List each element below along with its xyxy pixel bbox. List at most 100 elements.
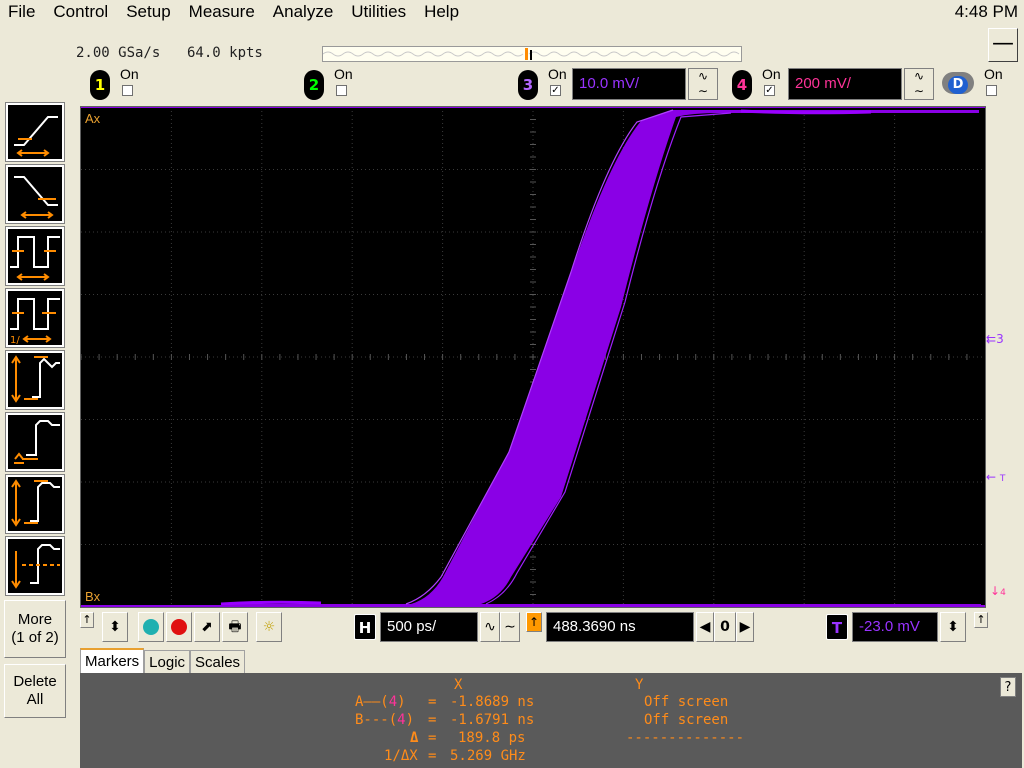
menu-setup[interactable]: Setup bbox=[117, 0, 179, 24]
channel-4-scale[interactable]: 200 mV/ bbox=[788, 68, 902, 100]
trigger-level[interactable]: -23.0 mV bbox=[852, 612, 938, 642]
peak-to-peak-measure-button[interactable] bbox=[5, 350, 65, 410]
fall-time-icon bbox=[14, 176, 58, 219]
period-icon bbox=[10, 236, 60, 281]
channel-2-on-label: On bbox=[334, 66, 353, 82]
marker-inverse-label: 1/ΔX bbox=[384, 748, 418, 764]
marker-readout: X Y A——(4) = -1.8689 ns Off screen B---(… bbox=[80, 673, 1022, 768]
menu-control[interactable]: Control bbox=[44, 0, 117, 24]
digital-badge-letter: D bbox=[948, 76, 968, 94]
fall-time-measure-button[interactable] bbox=[5, 164, 65, 224]
marker-a-y: Off screen bbox=[644, 694, 729, 710]
tab-logic[interactable]: Logic bbox=[144, 650, 191, 674]
menu-file[interactable]: File bbox=[0, 0, 44, 24]
menu-analyze[interactable]: Analyze bbox=[264, 0, 342, 24]
clock: 4:48 PM bbox=[954, 2, 1018, 21]
marker-col-x: X bbox=[454, 677, 463, 693]
channel-1-checkbox[interactable] bbox=[122, 85, 133, 96]
channel-3-ground-marker[interactable]: ⇇3 bbox=[986, 332, 1004, 346]
trigger-up-button[interactable]: ↑ bbox=[974, 612, 988, 628]
marker-a-x: -1.8689 ns bbox=[450, 694, 535, 710]
digital-checkbox[interactable] bbox=[986, 85, 997, 96]
marker-col-y: Y bbox=[635, 677, 644, 693]
channel-4-checkbox[interactable]: ✓ bbox=[764, 85, 775, 96]
period-measure-button[interactable] bbox=[5, 226, 65, 286]
timeline-overview[interactable] bbox=[322, 46, 742, 62]
print-icon[interactable]: 🖶 bbox=[222, 612, 248, 642]
channel-3-top-bump bbox=[740, 109, 872, 115]
trigger-badge[interactable]: T bbox=[826, 614, 848, 640]
vertical-nudge-button[interactable]: ⬍ bbox=[102, 612, 128, 642]
trigger-level-stepper[interactable]: ⬍ bbox=[940, 612, 966, 642]
channel-3-checkbox[interactable]: ✓ bbox=[550, 85, 561, 96]
marker-b-y: Off screen bbox=[644, 712, 729, 728]
timebase-scale[interactable]: 500 ps/ bbox=[380, 612, 478, 642]
position-zero-button[interactable]: 0 bbox=[714, 612, 736, 642]
horizontal-reference-icon[interactable]: ↑ bbox=[526, 612, 542, 632]
rise-time-measure-button[interactable] bbox=[5, 102, 65, 162]
stop-button[interactable] bbox=[166, 612, 192, 642]
average-measure-button[interactable] bbox=[5, 536, 65, 596]
channel-1-badge[interactable]: 1 bbox=[90, 70, 110, 100]
help-button[interactable]: ? bbox=[1000, 677, 1016, 697]
autoscale-icon[interactable]: ⬈ bbox=[194, 612, 220, 642]
acquisition-bar: 2.00 GSa/s 64.0 kpts — bbox=[72, 24, 1024, 64]
menu-help[interactable]: Help bbox=[415, 0, 468, 24]
marker-b-label: B---(4) bbox=[355, 712, 415, 728]
channel-4-ground-marker[interactable]: ↓4 bbox=[990, 584, 1006, 598]
rise-time-icon bbox=[14, 116, 58, 157]
brightness-icon[interactable]: ☼ bbox=[256, 612, 282, 642]
delete-all-button[interactable]: Delete All bbox=[4, 664, 66, 718]
marker-b-equals: = bbox=[428, 712, 437, 728]
channel-3-coupling-button[interactable]: ∿ ∼ bbox=[688, 68, 718, 100]
digital-badge[interactable]: D bbox=[942, 72, 974, 94]
timebase-coarse-button[interactable]: ∼ bbox=[500, 612, 520, 642]
channel-2-badge[interactable]: 2 bbox=[304, 70, 324, 100]
waveform-graticule: Ax Bx bbox=[81, 107, 985, 607]
channel-1-on-label: On bbox=[120, 66, 139, 82]
channel-3-badge[interactable]: 3 bbox=[518, 70, 538, 100]
position-left-button[interactable]: ◀ bbox=[696, 612, 714, 642]
channel-3-scale[interactable]: 10.0 mV/ bbox=[572, 68, 686, 100]
digital-on-label: On bbox=[984, 66, 1003, 82]
amplitude-measure-button[interactable] bbox=[5, 474, 65, 534]
timebase-fine-button[interactable]: ∿ bbox=[480, 612, 500, 642]
channel-4-coupling-button[interactable]: ∿ ∼ bbox=[904, 68, 934, 100]
delete-label-2: All bbox=[26, 691, 44, 708]
channel-3-waveform bbox=[231, 110, 981, 607]
tab-markers[interactable]: Markers bbox=[80, 648, 145, 674]
marker-delta-y: -------------- bbox=[626, 730, 745, 746]
cursor-a-label: Ax bbox=[85, 111, 101, 126]
channel-3-baseline-bump bbox=[220, 600, 322, 606]
trigger-level-marker[interactable]: ← T bbox=[986, 470, 1005, 484]
channel-4-badge[interactable]: 4 bbox=[732, 70, 752, 100]
minimize-button[interactable]: — bbox=[988, 28, 1018, 62]
channel-4-on-label: On bbox=[762, 66, 781, 82]
tab-scales[interactable]: Scales bbox=[190, 650, 246, 674]
marker-a-label: A——(4) bbox=[355, 694, 406, 710]
horizontal-position[interactable]: 488.3690 ns bbox=[546, 612, 694, 642]
menu-utilities[interactable]: Utilities bbox=[342, 0, 415, 24]
memory-depth: 64.0 kpts bbox=[187, 45, 263, 61]
frequency-icon: 1/ bbox=[10, 298, 60, 345]
frequency-measure-button[interactable]: 1/ bbox=[5, 288, 65, 348]
horizontal-badge[interactable]: H bbox=[354, 614, 376, 640]
more-button[interactable]: More (1 of 2) bbox=[4, 600, 66, 658]
marker-inverse-x: 5.269 GHz bbox=[450, 748, 526, 764]
channel-row: 1 On 2 On 3 On ✓ 10.0 mV/ ∿ ∼ 4 On ✓ 200 … bbox=[72, 64, 1024, 104]
more-page-label: (1 of 2) bbox=[11, 629, 59, 646]
cursor-b-label: Bx bbox=[85, 589, 101, 604]
marker-b-x: -1.6791 ns bbox=[450, 712, 535, 728]
position-right-button[interactable]: ▶ bbox=[736, 612, 754, 642]
channel-3-on-label: On bbox=[548, 66, 567, 82]
timeline-wave bbox=[322, 48, 740, 60]
run-button[interactable] bbox=[138, 612, 164, 642]
waveform-display[interactable]: Ax Bx bbox=[80, 106, 986, 608]
menu-measure[interactable]: Measure bbox=[180, 0, 264, 24]
channel-2-checkbox[interactable] bbox=[336, 85, 347, 96]
control-row: ↑ ⬍ ⬈ 🖶 ☼ H 500 ps/ ∿ ∼ ↑ 488.3690 ns ◀ … bbox=[72, 608, 1024, 648]
amplitude-icon bbox=[11, 479, 60, 527]
minimum-measure-button[interactable] bbox=[5, 412, 65, 472]
marker-delta-x: 189.8 ps bbox=[458, 730, 526, 746]
scroll-up-button[interactable]: ↑ bbox=[80, 612, 94, 628]
